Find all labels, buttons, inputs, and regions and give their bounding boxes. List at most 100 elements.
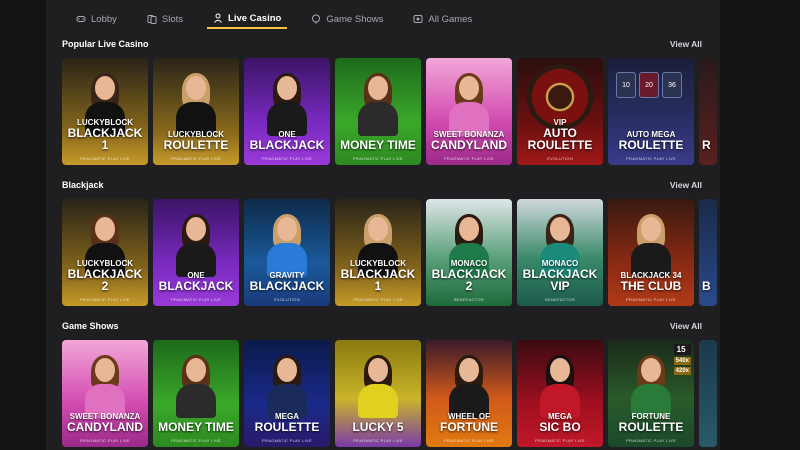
card-provider: PRAGMATIC PLAY LIVE	[171, 297, 221, 302]
section-blackjack: Blackjack View All LUCKYBLOCK BLACKJACK 2…	[62, 177, 717, 306]
section-title: Blackjack	[62, 180, 104, 190]
card-title-line2: MONEY TIME	[340, 138, 416, 152]
host-image	[631, 355, 671, 418]
card-provider: PRAGMATIC PLAY LIVE	[626, 438, 676, 443]
card-provider: PRAGMATIC PLAY LIVE	[444, 438, 494, 443]
card-provider: PRAGMATIC PLAY LIVE	[353, 438, 403, 443]
game-row: LUCKYBLOCK BLACKJACK 2 PRAGMATIC PLAY LIV…	[62, 199, 720, 306]
dealer-image	[176, 73, 216, 136]
card-provider: BENEFACTOR	[544, 297, 576, 302]
dealer-image	[267, 73, 307, 136]
card-provider: EVOLUTION	[274, 297, 300, 302]
game-card-luckyblock-blackjack-1[interactable]: LUCKYBLOCK BLACKJACK 1 PRAGMATIC PLAY LIV…	[335, 199, 421, 306]
card-provider: PRAGMATIC PLAY LIVE	[626, 297, 676, 302]
dealer-image	[631, 214, 671, 277]
cards-icon	[147, 14, 157, 24]
section-popular-live-casino: Popular Live Casino View All LUCKYBLOCK B…	[62, 36, 717, 165]
dealer-image	[85, 355, 125, 418]
tab-all-games-label: All Games	[428, 13, 473, 25]
game-card-partial[interactable]: R	[699, 58, 717, 165]
game-card-sweet-bonanza-candyland[interactable]: SWEET BONANZA CANDYLAND PRAGMATIC PLAY LI…	[426, 58, 512, 165]
card-provider: PRAGMATIC PLAY LIVE	[171, 156, 221, 161]
game-card-money-time[interactable]: MONEY TIME PRAGMATIC PLAY LIVE	[335, 58, 421, 165]
card-title-line2: BLACKJACK 1	[340, 267, 416, 293]
game-card-gravity-blackjack[interactable]: GRAVITY BLACKJACK EVOLUTION	[244, 199, 330, 306]
card-provider: PRAGMATIC PLAY LIVE	[353, 156, 403, 161]
card-provider: PRAGMATIC PLAY LIVE	[353, 297, 403, 302]
number-tile: 10	[616, 72, 636, 98]
view-all-link[interactable]: View All	[670, 39, 702, 49]
game-card-lucky-5[interactable]: LUCKY 5 PRAGMATIC PLAY LIVE	[335, 340, 421, 447]
card-provider: EVOLUTION	[547, 156, 573, 161]
dealer-icon	[213, 13, 223, 23]
view-all-link[interactable]: View All	[670, 180, 702, 190]
dealer-image	[176, 355, 216, 418]
multiplier-value: 540x	[673, 357, 691, 365]
card-provider: PRAGMATIC PLAY LIVE	[444, 156, 494, 161]
card-title-line2: BLACKJACK	[158, 279, 234, 293]
card-title-line2: BLACKJACK VIP	[522, 267, 598, 293]
tab-all-games[interactable]: All Games	[407, 9, 478, 29]
card-title-line2: BLACKJACK	[249, 138, 325, 152]
tab-slots-label: Slots	[161, 13, 184, 25]
card-title-line2: ROULETTE	[163, 138, 229, 152]
card-title-line2: CANDYLAND	[431, 138, 507, 152]
game-card-luckyblock-blackjack-2[interactable]: LUCKYBLOCK BLACKJACK 2 PRAGMATIC PLAY LIV…	[62, 199, 148, 306]
dealer-image	[449, 73, 489, 136]
tab-live-casino[interactable]: Live Casino	[207, 9, 288, 29]
section-title: Game Shows	[62, 321, 119, 331]
multiplier-panel: 15 540x 420x	[673, 344, 691, 375]
view-all-link[interactable]: View All	[670, 321, 702, 331]
card-provider: BENEFACTOR	[453, 297, 485, 302]
gameshow-icon	[311, 14, 321, 24]
game-card-money-time[interactable]: MONEY TIME PRAGMATIC PLAY LIVE	[153, 340, 239, 447]
game-card-partial[interactable]	[699, 340, 717, 447]
card-title-line2: B	[702, 279, 711, 293]
game-card-one-blackjack[interactable]: ONE BLACKJACK PRAGMATIC PLAY LIVE	[153, 199, 239, 306]
game-card-mega-sic-bo[interactable]: MEGA SIC BO PRAGMATIC PLAY LIVE	[517, 340, 603, 447]
game-card-partial[interactable]: B	[699, 199, 717, 306]
game-card-vip-auto-roulette[interactable]: VIP AUTO ROULETTE EVOLUTION	[517, 58, 603, 165]
game-card-auto-mega-roulette[interactable]: 10 20 36 AUTO MEGA ROULETTE PRAGMATIC PLA…	[608, 58, 694, 165]
card-title-line2: CANDYLAND	[67, 420, 143, 434]
game-card-monaco-blackjack-2[interactable]: MONACO BLACKJACK 2 BENEFACTOR	[426, 199, 512, 306]
card-title-line2: BLACKJACK 2	[431, 267, 507, 293]
card-provider: PRAGMATIC PLAY LIVE	[535, 438, 585, 443]
card-title-line2: ROULETTE	[618, 420, 684, 434]
card-title-line2: ROULETTE	[254, 420, 320, 434]
tab-slots[interactable]: Slots	[141, 9, 189, 29]
game-card-mega-roulette[interactable]: MEGA ROULETTE PRAGMATIC PLAY LIVE	[244, 340, 330, 447]
game-row: SWEET BONANZA CANDYLAND PRAGMATIC PLAY LI…	[62, 340, 720, 447]
game-card-monaco-blackjack-vip[interactable]: MONACO BLACKJACK VIP BENEFACTOR	[517, 199, 603, 306]
game-row: LUCKYBLOCK BLACKJACK 1 PRAGMATIC PLAY LIV…	[62, 58, 720, 165]
host-image	[540, 355, 580, 418]
number-tile: 20	[639, 72, 659, 98]
game-card-fortune-roulette[interactable]: 15 540x 420x FORTUNE ROULETTE PRAGMATIC P…	[608, 340, 694, 447]
section-title: Popular Live Casino	[62, 39, 149, 49]
card-title-line2: SIC BO	[539, 420, 581, 434]
card-provider: PRAGMATIC PLAY LIVE	[262, 438, 312, 443]
tab-game-shows[interactable]: Game Shows	[305, 9, 389, 29]
card-provider: PRAGMATIC PLAY LIVE	[80, 297, 130, 302]
card-provider: PRAGMATIC PLAY LIVE	[80, 156, 130, 161]
card-title-line2: AUTO ROULETTE	[527, 126, 593, 152]
tab-game-shows-label: Game Shows	[326, 13, 384, 25]
game-card-wheel-of-fortune[interactable]: WHEEL OF FORTUNE PRAGMATIC PLAY LIVE	[426, 340, 512, 447]
dealer-image	[358, 73, 398, 136]
game-card-blackjack-34-the-club[interactable]: BLACKJACK 34 THE CLUB PRAGMATIC PLAY LIVE	[608, 199, 694, 306]
host-image	[267, 355, 307, 418]
card-provider: PRAGMATIC PLAY LIVE	[171, 438, 221, 443]
dealer-image	[267, 214, 307, 277]
card-title-line2: ROULETTE	[618, 138, 684, 152]
game-card-luckyblock-roulette[interactable]: LUCKYBLOCK ROULETTE PRAGMATIC PLAY LIVE	[153, 58, 239, 165]
card-title-line2: BLACKJACK 1	[67, 126, 143, 152]
game-card-luckyblock-blackjack-1[interactable]: LUCKYBLOCK BLACKJACK 1 PRAGMATIC PLAY LIV…	[62, 58, 148, 165]
card-provider: PRAGMATIC PLAY LIVE	[80, 438, 130, 443]
tab-lobby[interactable]: Lobby	[70, 9, 123, 29]
game-card-one-blackjack[interactable]: ONE BLACKJACK PRAGMATIC PLAY LIVE	[244, 58, 330, 165]
right-gutter	[720, 0, 800, 450]
roulette-number-tiles: 10 20 36	[616, 72, 682, 98]
tab-live-casino-label: Live Casino	[228, 12, 282, 24]
category-nav: Lobby Slots Live Casino Game Shows All G…	[70, 8, 478, 30]
game-card-sweet-bonanza-candyland[interactable]: SWEET BONANZA CANDYLAND PRAGMATIC PLAY LI…	[62, 340, 148, 447]
